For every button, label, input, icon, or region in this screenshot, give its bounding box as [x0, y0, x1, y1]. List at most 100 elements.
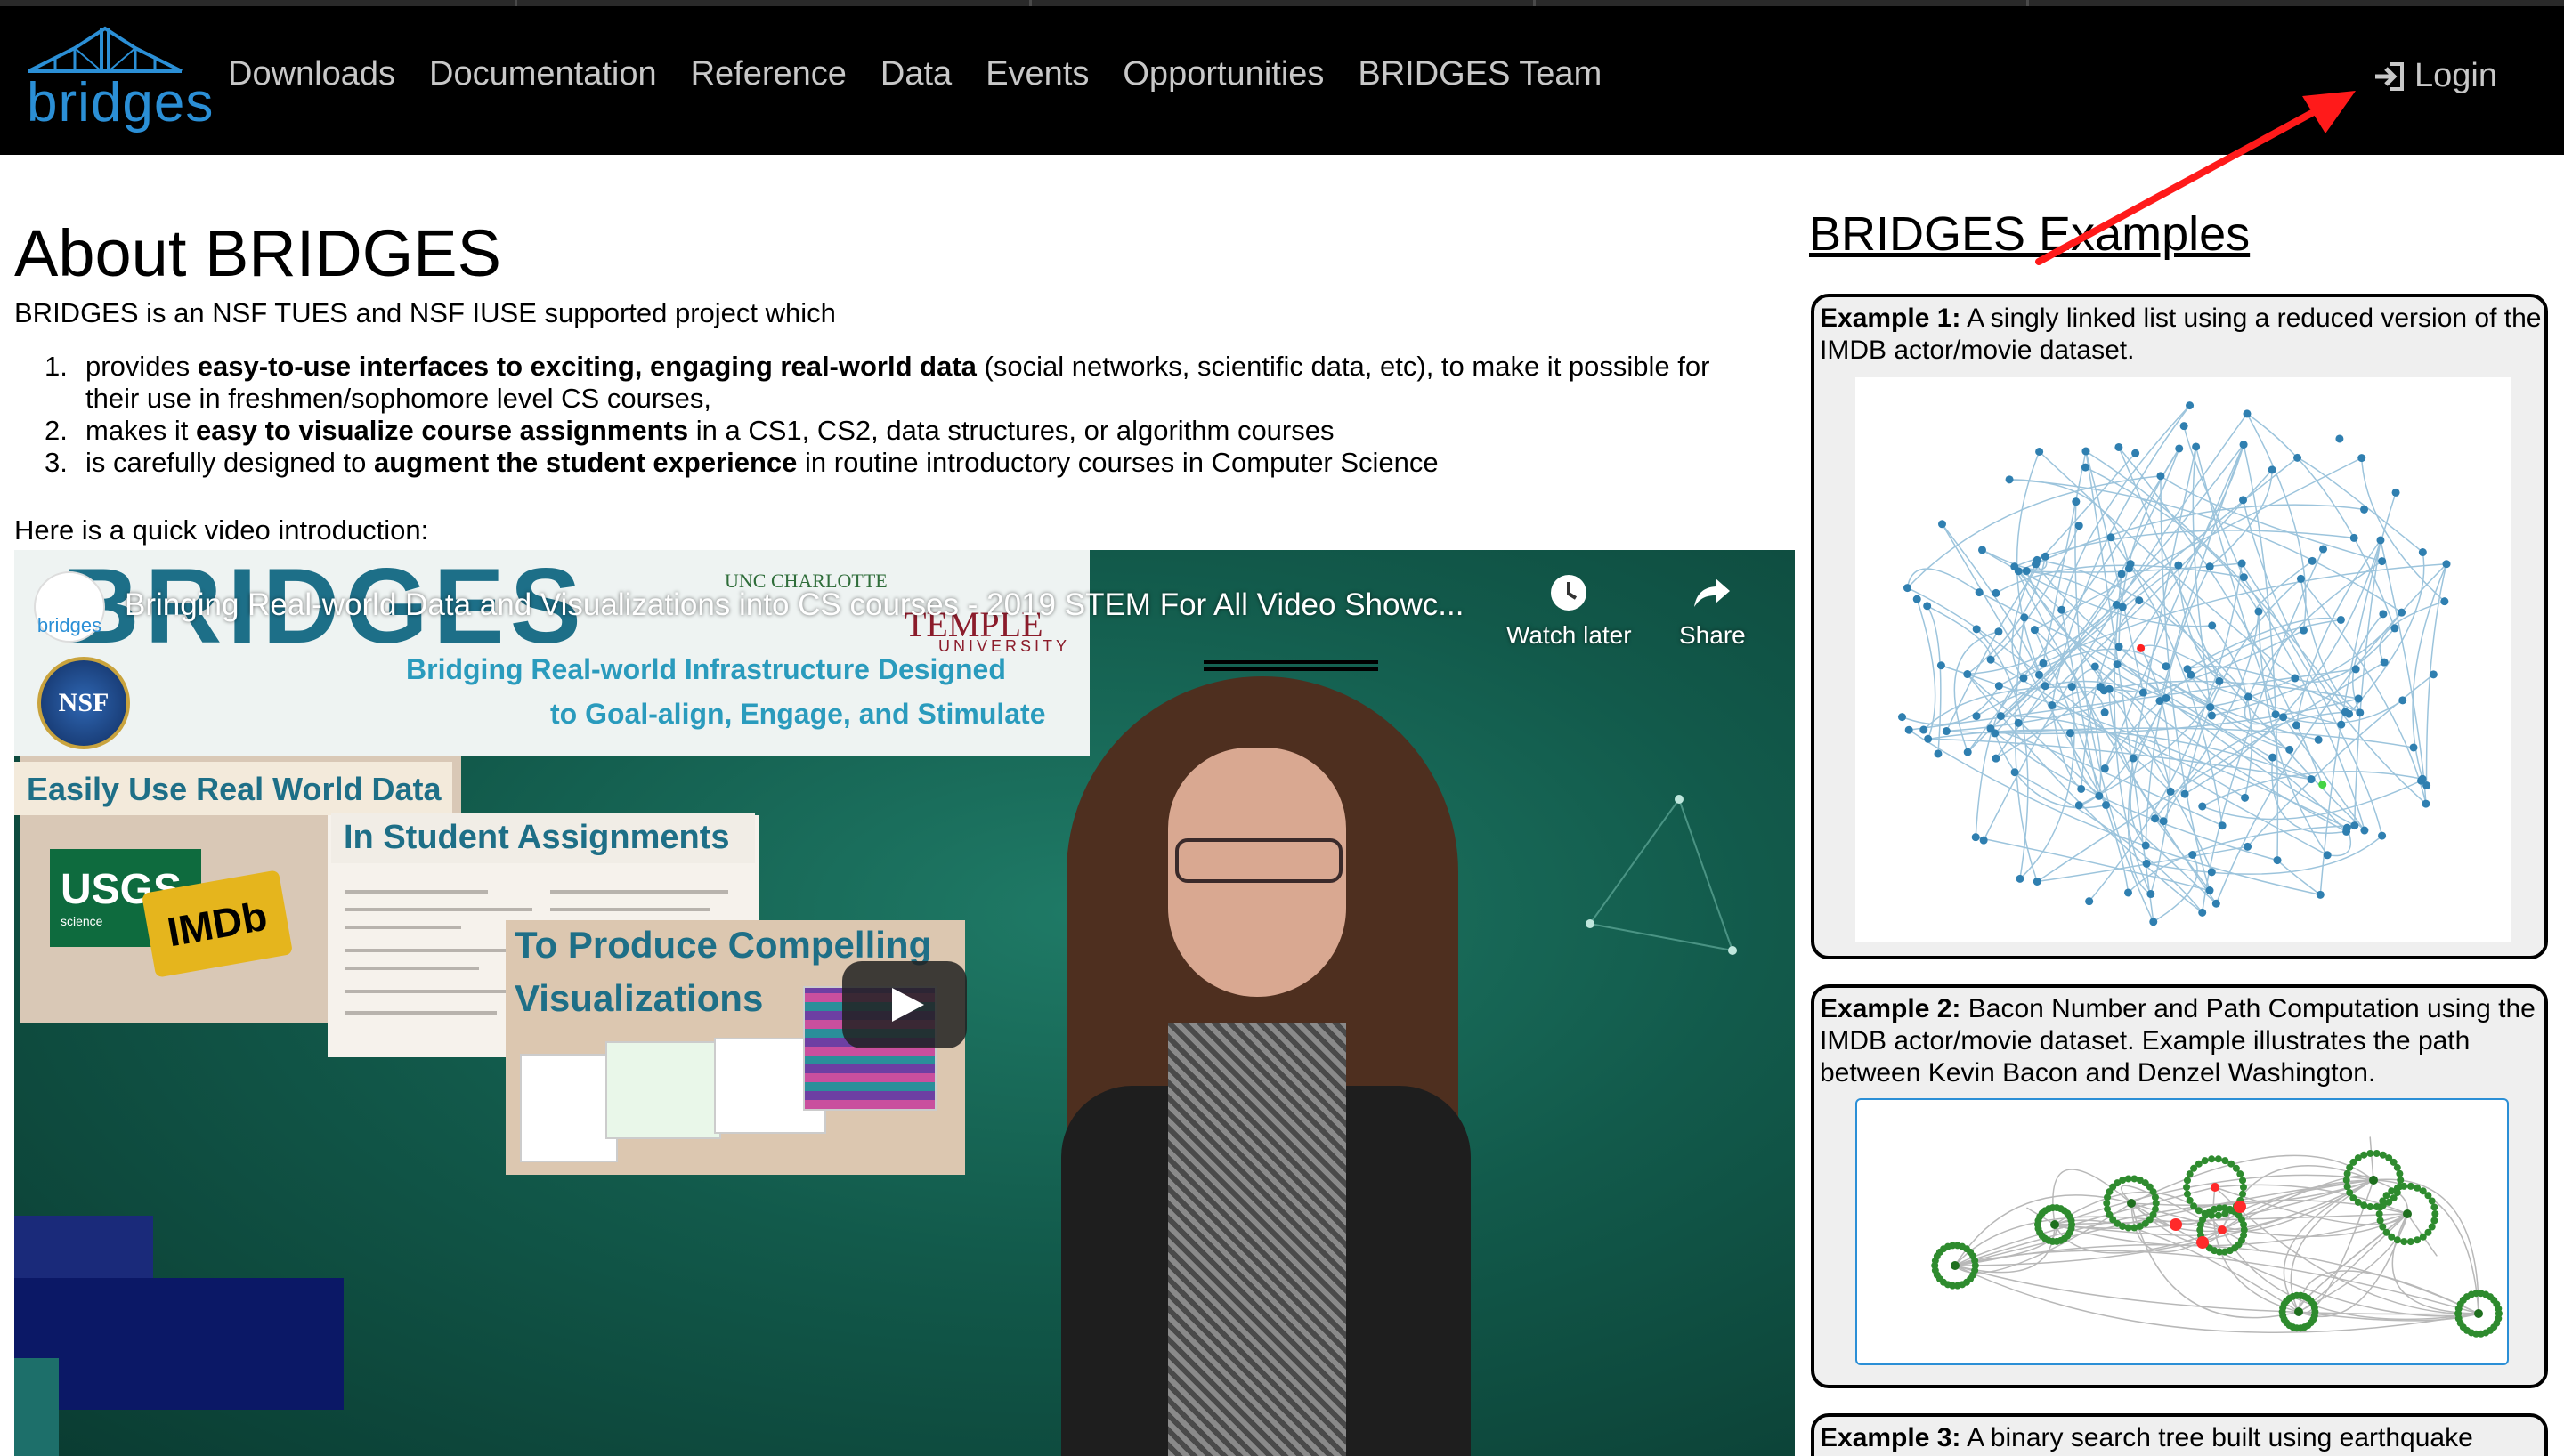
graph-node [2268, 753, 2277, 762]
nsf-logo: NSF [37, 657, 130, 749]
graph-node [1971, 1257, 1979, 1265]
graph-node [1975, 588, 1984, 597]
graph-node [2430, 1217, 2438, 1225]
graph-node [2020, 613, 2029, 622]
graph-node [2239, 441, 2248, 449]
example-label: Example 3: [1820, 1423, 1961, 1452]
graph-node [2208, 621, 2217, 630]
graph-node [2241, 793, 2250, 802]
graph-node [2095, 791, 2104, 800]
graph-node [2074, 522, 2083, 530]
list-bold-text: easy-to-use interfaces to exciting, enga… [197, 351, 977, 382]
nav-opportunities[interactable]: Opportunities [1123, 55, 1324, 93]
graph-node [2010, 768, 2019, 777]
graph-node [2308, 556, 2317, 565]
channel-avatar[interactable]: bridges [34, 571, 105, 643]
graph-node [2409, 743, 2418, 752]
graph-node [2406, 1238, 2414, 1246]
graph-node [2131, 449, 2140, 457]
graph-node [2113, 660, 2122, 669]
list-number: 2. [45, 415, 68, 446]
graph-node [2343, 1169, 2351, 1177]
graph-node [2414, 1236, 2422, 1244]
graph-node [2403, 1209, 2412, 1218]
bridge-logo-icon [28, 26, 183, 73]
graph-node [2149, 918, 2158, 926]
graph-node [2215, 676, 2224, 685]
share-button[interactable]: Share [1679, 573, 1746, 650]
nav-data[interactable]: Data [880, 55, 952, 93]
graph-node [2050, 1220, 2059, 1229]
example-card-2[interactable]: Example 2: Bacon Number and Path Computa… [1811, 984, 2548, 1388]
graph-node [2360, 1151, 2368, 1159]
graph-node [1934, 749, 1943, 758]
nav-bridges-team[interactable]: BRIDGES Team [1358, 55, 1602, 93]
graph-node [2112, 600, 2121, 609]
graph-node [2072, 497, 2081, 506]
list-bold-text: easy to visualize course assignments [196, 415, 689, 446]
example-card-3[interactable]: Example 3: A binary search tree built us… [1811, 1413, 2548, 1456]
nav-documentation[interactable]: Documentation [429, 55, 657, 93]
graph-node [1979, 836, 1988, 845]
graph-node [1963, 748, 1972, 756]
graph-node [2106, 533, 2115, 542]
graph-node [2239, 1184, 2247, 1191]
graph-edge [1954, 1199, 2408, 1266]
nav-events[interactable]: Events [986, 55, 1089, 93]
list-text: is carefully designed to [85, 447, 374, 478]
path-node [2196, 1236, 2209, 1249]
watch-later-button[interactable]: Watch later [1506, 573, 1632, 650]
graph-node [2214, 1155, 2222, 1163]
graph-node [2379, 1223, 2387, 1231]
play-button[interactable] [842, 961, 967, 1048]
graph-node [2418, 774, 2427, 783]
nav-downloads[interactable]: Downloads [228, 55, 395, 93]
graph-node [2422, 799, 2430, 808]
graph-node [2186, 1196, 2194, 1204]
nav-reference[interactable]: Reference [691, 55, 847, 93]
graph-node [2014, 718, 2023, 727]
list-number: 3. [45, 447, 68, 478]
list-text: in a CS1, CS2, data structures, or algor… [688, 415, 1335, 446]
browser-tab-strip [0, 0, 2564, 6]
slide-arrow [1204, 660, 1378, 664]
examples-title[interactable]: BRIDGES Examples [1809, 206, 2250, 262]
graph-node [2005, 475, 2014, 484]
graph-node [2041, 552, 2049, 561]
graph-node [2243, 409, 2252, 418]
graph-node [2351, 665, 2360, 674]
video-card-visualizations-title-2: Visualizations [515, 977, 764, 1019]
list-text: in routine introductory courses in Compu… [797, 447, 1439, 478]
graph-node [2218, 821, 2227, 830]
graph-node [1923, 602, 1932, 611]
graph-node [2369, 1176, 2378, 1185]
graph-node [2375, 1210, 2383, 1217]
login-link[interactable]: Login [2372, 57, 2497, 95]
graph-node [1903, 584, 1911, 593]
graph-node [2214, 1211, 2222, 1219]
viz-thumbnail [605, 1041, 721, 1139]
graph-node [2316, 890, 2325, 899]
graph-node [2396, 1183, 2404, 1191]
graph-node [2207, 711, 2216, 720]
graph-edge [2412, 563, 2447, 780]
bridges-logo[interactable]: bridges [25, 25, 213, 133]
example-card-1[interactable]: Example 1: A singly linked list using a … [1811, 294, 2548, 959]
graph-node [2430, 1203, 2438, 1211]
graph-node [1972, 712, 1981, 721]
watch-later-label: Watch later [1506, 621, 1632, 649]
graph-node [2319, 545, 2328, 554]
graph-node [2254, 607, 2263, 616]
graph-node [2396, 1169, 2404, 1177]
graph-node [2162, 662, 2170, 671]
video-embed[interactable]: BRIDGES UNC CHARLOTTE TEMPLE UNIVERSITY … [14, 550, 1795, 1456]
graph-node [2273, 856, 2282, 865]
video-title[interactable]: Bringing Real-world Data and Visualizati… [125, 587, 1464, 623]
graph-node [2175, 444, 2184, 453]
example-description: Example 1: A singly linked list using a … [1820, 303, 2544, 367]
graph-node [2239, 1177, 2247, 1185]
graph-node [1951, 1261, 1960, 1270]
example-label: Example 1: [1820, 303, 1961, 333]
graph-node [2366, 1149, 2374, 1157]
graph-edge [2369, 1136, 2374, 1181]
